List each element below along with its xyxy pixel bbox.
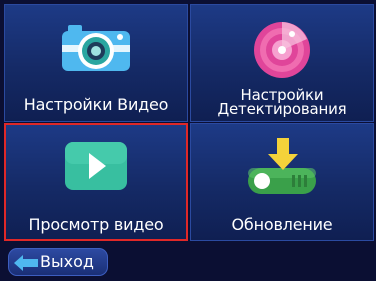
update-toggle-icon — [248, 138, 316, 194]
motion-radar-icon — [254, 22, 310, 78]
tile-label: Обновление — [231, 215, 333, 234]
tile-label: Настройки Видео — [23, 95, 169, 114]
tile-label-line: Детектирования — [217, 100, 347, 118]
tile-label: Настройки Детектирования — [191, 88, 373, 118]
exit-button-label: Выход — [40, 252, 94, 271]
bottom-bar: Выход — [0, 242, 376, 281]
tile-update[interactable]: Обновление — [190, 123, 374, 241]
exit-button[interactable]: Выход — [8, 248, 108, 276]
play-icon — [65, 142, 127, 190]
tile-video-playback[interactable]: Просмотр видео — [4, 123, 188, 241]
tile-label: Просмотр видео — [28, 215, 164, 234]
arrow-left-icon — [14, 255, 38, 271]
tile-detection-settings[interactable]: Настройки Детектирования — [190, 4, 374, 122]
camera-icon — [62, 25, 130, 71]
tile-video-settings[interactable]: Настройки Видео — [4, 4, 188, 122]
